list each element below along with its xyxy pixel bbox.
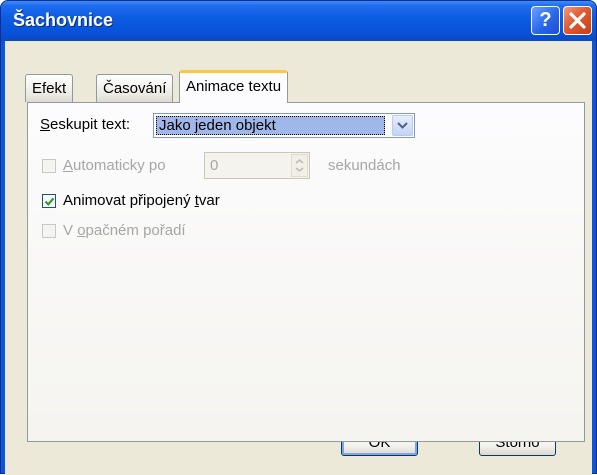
seconds-spinner[interactable]: 0 xyxy=(204,152,310,179)
seconds-unit-label: sekundách xyxy=(328,157,401,174)
chevron-down-icon xyxy=(397,122,408,129)
animate-shape-label: Animovat připojený tvar xyxy=(63,192,220,209)
tab-label: Časování xyxy=(103,80,167,97)
close-x-icon xyxy=(569,12,586,29)
help-button[interactable]: ? xyxy=(531,6,560,35)
reverse-order-checkbox[interactable] xyxy=(42,224,56,238)
tab-efekt[interactable]: Efekt xyxy=(25,74,74,102)
auto-after-checkbox[interactable] xyxy=(42,159,56,173)
question-mark-icon: ? xyxy=(539,9,552,31)
dialog-title: Šachovnice xyxy=(13,10,114,30)
close-button[interactable] xyxy=(563,6,592,35)
title-bar[interactable]: Šachovnice ? xyxy=(1,1,596,41)
dropdown-button[interactable] xyxy=(392,115,413,136)
tab-casovani[interactable]: Časování xyxy=(96,74,174,102)
tab-label: Efekt xyxy=(32,80,67,97)
dialog-window: Šachovnice ? Efekt Časování Animace text… xyxy=(0,0,597,475)
checkmark-icon xyxy=(44,197,55,206)
group-text-select[interactable]: Jako jeden objekt xyxy=(153,113,415,138)
dialog-body: Efekt Časování Animace textu Seskupit te… xyxy=(5,41,592,475)
seconds-value: 0 xyxy=(210,157,219,174)
group-text-value: Jako jeden objekt xyxy=(156,116,385,135)
animate-shape-checkbox[interactable] xyxy=(42,194,56,208)
spin-arrows-icon xyxy=(295,158,304,173)
reverse-order-label: V opačném pořadí xyxy=(63,222,186,239)
spinner-buttons[interactable] xyxy=(291,154,308,177)
tab-label: Animace textu xyxy=(186,78,282,95)
auto-after-label: Automaticky po xyxy=(63,157,166,174)
group-text-label: Seskupit text: xyxy=(40,116,131,133)
tab-animace-textu[interactable]: Animace textu xyxy=(179,70,289,103)
tab-panel-animace-textu: Seskupit text: Jako jeden objekt Automat… xyxy=(27,102,585,442)
